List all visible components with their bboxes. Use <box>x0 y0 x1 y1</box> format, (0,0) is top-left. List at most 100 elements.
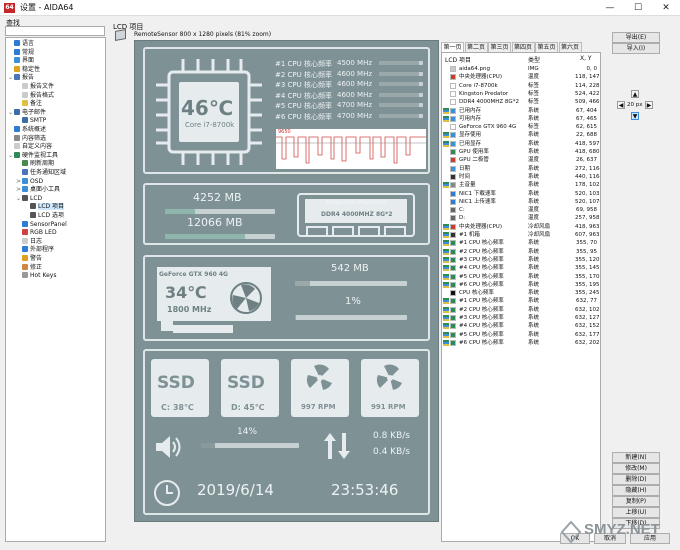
column-header-xy[interactable]: X, Y <box>580 55 592 62</box>
table-row[interactable]: GPU 使用率 系统 418, 680 <box>442 148 600 156</box>
column-header-type[interactable]: 类型 <box>528 55 540 64</box>
row-checkbox-icon[interactable] <box>443 248 449 255</box>
table-row[interactable]: #6 CPU 核心频率 系统 632, 202 <box>442 339 600 347</box>
tree-item[interactable]: 内容筛选 <box>8 134 46 143</box>
table-row[interactable]: 主音量 系统 178, 1023 <box>442 181 600 189</box>
table-row[interactable]: NIC1 上传速率 系统 520, 1070 <box>442 198 600 206</box>
tree-item[interactable]: 报告文件 <box>16 83 54 91</box>
tree-item[interactable]: 常规 <box>8 48 34 57</box>
row-checkbox-icon[interactable] <box>443 323 449 330</box>
table-row[interactable]: 中央处理器(CPU) 冷却风扇 418, 963 <box>442 223 600 231</box>
row-checkbox-icon[interactable] <box>443 331 449 338</box>
tab-page-3[interactable]: 第三页 <box>488 42 511 52</box>
row-checkbox-icon[interactable] <box>443 339 449 346</box>
table-row[interactable]: #5 CPU 核心频率 系统 355, 170 <box>442 273 600 281</box>
table-row[interactable]: #5 CPU 核心频率 系统 632, 177 <box>442 331 600 339</box>
table-row[interactable]: #4 CPU 核心频率 系统 632, 152 <box>442 322 600 330</box>
table-row[interactable]: 日期 系统 272, 1164 <box>442 165 600 173</box>
row-checkbox-icon[interactable] <box>443 115 449 122</box>
row-checkbox-icon[interactable] <box>443 240 449 247</box>
tree-item[interactable]: 修正 <box>16 263 42 272</box>
delete-button[interactable]: 删除(D) <box>612 474 660 485</box>
table-row[interactable]: #1 CPU 核心频率 系统 355, 70 <box>442 239 600 247</box>
tree-item[interactable]: ⌄ 硬件监视工具 <box>8 151 58 160</box>
tree-item[interactable]: 警告 <box>16 255 42 263</box>
tab-page-2[interactable]: 第二页 <box>464 42 488 52</box>
new-button[interactable]: 新建(N) <box>612 452 660 463</box>
tree-item[interactable]: > OSD <box>16 177 43 186</box>
nudge-down-button[interactable]: ▼ <box>631 112 639 120</box>
import-button[interactable]: 导入(I) <box>612 43 660 54</box>
tree-item[interactable]: 外部程序 <box>16 246 54 254</box>
tree-item[interactable]: 稳定性 <box>8 65 40 74</box>
row-checkbox-icon[interactable] <box>443 273 449 280</box>
table-row[interactable]: #2 CPU 核心频率 系统 632, 102 <box>442 306 600 314</box>
lcd-preview-canvas[interactable]: 46℃ Core i7-8700k #1 CPU 核心频率 4500 MHz #2 … <box>134 40 439 522</box>
tree-item[interactable]: LCD 选项 <box>24 212 64 220</box>
row-checkbox-icon[interactable] <box>443 306 449 313</box>
table-row[interactable]: 可用内存 系统 67, 465 <box>442 115 600 123</box>
table-row[interactable]: C: 温度 69, 958 <box>442 206 600 214</box>
table-row[interactable]: #1 机箱 冷却风扇 607, 963 <box>442 231 600 239</box>
table-row[interactable]: GeForce GTX 960 4G 标签 62, 615 <box>442 123 600 131</box>
table-row[interactable]: #6 CPU 核心频率 系统 355, 195 <box>442 281 600 289</box>
row-checkbox-icon[interactable] <box>443 232 449 238</box>
move-up-button[interactable]: 上移(U) <box>612 507 660 518</box>
duplicate-button[interactable]: 复制(P) <box>612 496 660 507</box>
column-header-item[interactable]: LCD 项目 <box>445 55 471 64</box>
tree-item[interactable]: ⌄ 电子邮件 <box>8 108 46 117</box>
table-row[interactable]: #3 CPU 核心频率 系统 355, 120 <box>442 256 600 264</box>
table-row[interactable]: Core i7-8700k 标签 114, 228 <box>442 82 600 90</box>
close-button[interactable]: ✕ <box>652 0 680 16</box>
tree-item[interactable]: 报告格式 <box>16 91 54 100</box>
table-row[interactable]: 已用内存 系统 67, 404 <box>442 107 600 115</box>
tree-item[interactable]: LCD 项目 <box>24 203 65 211</box>
table-row[interactable]: D: 温度 257, 958 <box>442 214 600 222</box>
tree-item[interactable]: 刷新周期 <box>16 160 54 168</box>
tab-page-6[interactable]: 第六页 <box>558 42 582 52</box>
table-row[interactable]: 中央处理器(CPU) 温度 118, 147 <box>442 73 600 81</box>
tree-item[interactable]: 备注 <box>16 100 42 108</box>
tree-item[interactable]: 界面 <box>8 57 34 65</box>
tree-item[interactable]: ⌄ 报告 <box>8 74 34 82</box>
table-row[interactable]: #4 CPU 核心频率 系统 355, 145 <box>442 264 600 272</box>
table-row[interactable]: 显存使用 系统 22, 688 <box>442 131 600 139</box>
table-row[interactable]: 时间 系统 440, 1164 <box>442 173 600 181</box>
row-checkbox-icon[interactable] <box>443 281 449 288</box>
tree-item[interactable]: Hot Keys <box>16 272 56 280</box>
row-checkbox-icon[interactable] <box>443 315 449 321</box>
tree-item[interactable]: 日志 <box>16 237 42 246</box>
tree-item[interactable]: RGB LED <box>16 229 57 237</box>
row-checkbox-icon[interactable] <box>443 256 449 263</box>
row-checkbox-icon[interactable] <box>443 223 449 230</box>
row-checkbox-icon[interactable] <box>443 132 449 139</box>
table-row[interactable]: #2 CPU 核心频率 系统 355, 95 <box>442 248 600 256</box>
search-input[interactable] <box>5 26 105 36</box>
table-row[interactable]: #3 CPU 核心频率 系统 632, 127 <box>442 314 600 322</box>
row-checkbox-icon[interactable] <box>443 298 449 305</box>
edit-button[interactable]: 修改(M) <box>612 463 660 474</box>
table-row[interactable]: CPU 核心频率 系统 355, 245 <box>442 289 600 297</box>
tree-item[interactable]: 任务通知区域 <box>16 169 66 177</box>
table-row[interactable]: 已用显存 系统 418, 597 <box>442 140 600 148</box>
table-row[interactable]: Kingston Predator 标签 524, 422 <box>442 90 600 98</box>
table-row[interactable]: aida64.png IMG 0, 0 <box>442 65 600 73</box>
row-checkbox-icon[interactable] <box>443 107 449 114</box>
table-row[interactable]: DDR4 4000MHZ 8G*2 标签 509, 466 <box>442 98 600 106</box>
tree-item[interactable]: > 桌面小工具 <box>16 186 60 194</box>
tree-item[interactable]: 系统概述 <box>8 126 46 134</box>
tab-page-4[interactable]: 第四页 <box>511 42 535 52</box>
maximize-button[interactable]: ☐ <box>624 0 652 16</box>
table-row[interactable]: NIC1 下载速率 系统 520, 1032 <box>442 190 600 198</box>
nudge-left-button[interactable]: ◀ <box>617 101 625 109</box>
tree-item[interactable]: 自定义内容 <box>8 143 52 151</box>
tab-page-1[interactable]: 第一页 <box>441 42 464 52</box>
tree-item[interactable]: ⌄ LCD <box>16 194 42 203</box>
row-checkbox-icon[interactable] <box>443 265 449 272</box>
export-button[interactable]: 导出(E) <box>612 32 660 43</box>
tree-item[interactable]: SensorPanel <box>16 220 67 229</box>
tab-page-5[interactable]: 第五页 <box>535 42 558 52</box>
tree-item[interactable]: SMTP <box>16 117 46 125</box>
minimize-button[interactable]: — <box>596 0 624 16</box>
nudge-right-button[interactable]: ▶ <box>645 101 653 109</box>
